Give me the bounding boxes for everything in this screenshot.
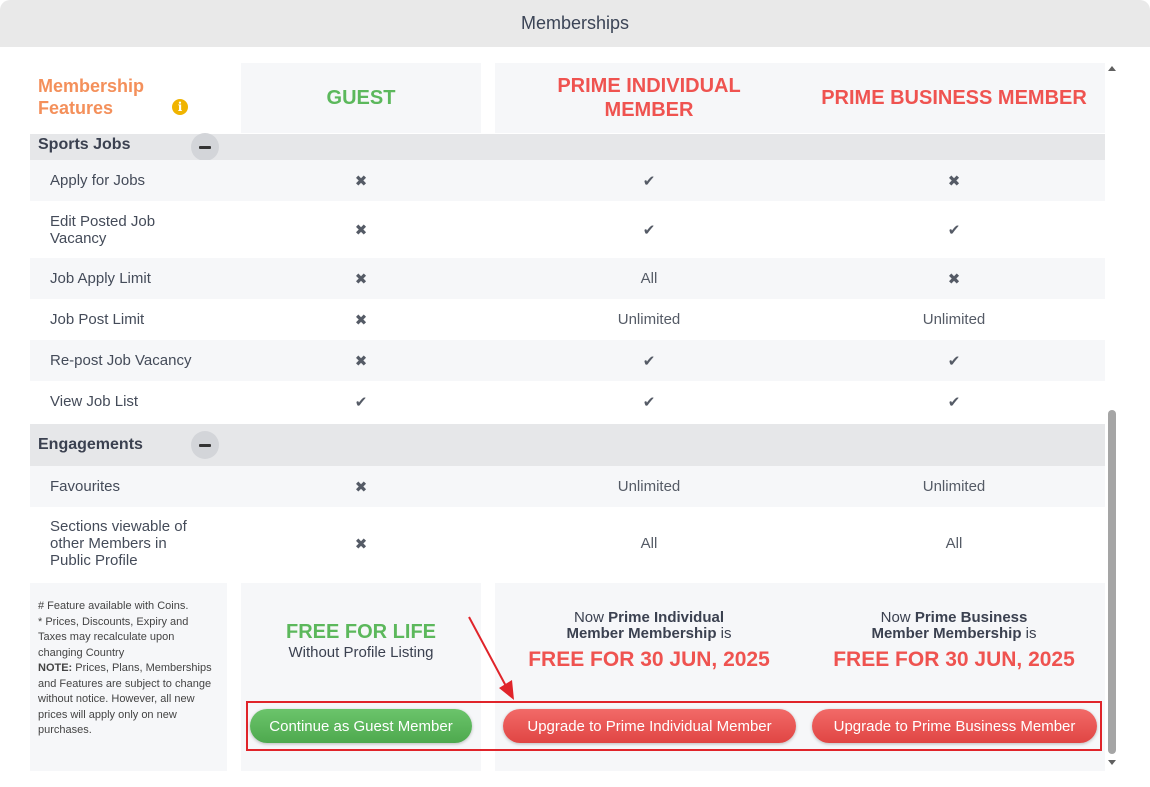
check-icon: ✔ [947, 393, 961, 411]
feature-label: Job Post Limit [50, 311, 145, 328]
upgrade-prime-individual-button[interactable]: Upgrade to Prime Individual Member [503, 709, 796, 743]
section-title: Sports Jobs [38, 136, 131, 153]
check-icon: ✔ [947, 221, 961, 239]
x-icon: ✖ [354, 352, 368, 370]
notes-disclaimer: NOTE: Prices, Plans, Memberships and Fea… [38, 662, 212, 736]
value-text: Unlimited [922, 478, 986, 495]
pricing-notes: # Feature available with Coins. * Prices… [30, 583, 227, 771]
x-icon: ✖ [354, 172, 368, 190]
window-title: Memberships [0, 0, 1150, 47]
x-icon: ✖ [947, 172, 961, 190]
value-text: Unlimited [617, 478, 681, 495]
free-for-life-text: FREE FOR LIFE [286, 621, 436, 643]
continue-as-guest-button[interactable]: Continue as Guest Member [250, 709, 472, 743]
notes-coins: # Feature available with Coins. [38, 600, 189, 612]
individual-free-until: FREE FOR 30 JUN, 2025 [528, 648, 770, 671]
value-text: All [640, 270, 658, 287]
collapse-minus-icon[interactable] [191, 431, 219, 459]
scrollbar-thumb[interactable] [1108, 410, 1116, 754]
business-free-until: FREE FOR 30 JUN, 2025 [833, 648, 1075, 671]
scroll-down-icon[interactable] [1106, 756, 1118, 768]
x-icon: ✖ [354, 535, 368, 553]
check-icon: ✔ [947, 352, 961, 370]
x-icon: ✖ [354, 221, 368, 239]
feature-label: Edit Posted Job Vacancy [50, 212, 156, 247]
value-text: All [945, 535, 963, 552]
info-icon[interactable]: i [172, 99, 188, 116]
column-header-prime-business: PRIME BUSINESS MEMBER [803, 63, 1105, 133]
collapse-minus-icon[interactable] [191, 133, 219, 161]
check-icon: ✔ [642, 352, 656, 370]
section-header-sports-jobs[interactable]: Sports Jobs [30, 133, 1105, 161]
feature-label: Re-post Job Vacancy [50, 352, 192, 369]
table-row: Edit Posted Job Vacancy ✖ ✔ ✔ [30, 201, 1105, 258]
membership-features-heading: Membership Features i [38, 75, 218, 119]
scroll-up-icon[interactable] [1106, 63, 1118, 75]
feature-label: Apply for Jobs [50, 172, 146, 189]
check-icon: ✔ [354, 393, 368, 411]
table-row: Favourites ✖ Unlimited Unlimited [30, 466, 1105, 507]
memberships-table: Membership Features i GUEST PRIME INDIVID… [30, 47, 1105, 787]
feature-label: Job Apply Limit [50, 270, 151, 287]
value-text: All [640, 535, 658, 552]
table-row: View Job List ✔ ✔ ✔ [30, 381, 1105, 422]
check-icon: ✔ [642, 393, 656, 411]
table-row: Job Post Limit ✖ Unlimited Unlimited [30, 299, 1105, 340]
without-profile-listing-text: Without Profile Listing [288, 644, 434, 661]
business-offer: Now Prime Business Member Membership is … [803, 610, 1105, 673]
check-icon: ✔ [642, 221, 656, 239]
value-text: Unlimited [617, 311, 681, 328]
feature-label: Sections viewable of other Members in Pu… [50, 518, 187, 569]
table-row: Job Apply Limit ✖ All ✖ [30, 258, 1105, 299]
table-row: Sections viewable of other Members in Pu… [30, 507, 1105, 580]
x-icon: ✖ [947, 270, 961, 288]
column-header-prime-individual: PRIME INDIVIDUAL MEMBER [495, 63, 803, 133]
guest-offer: FREE FOR LIFE Without Profile Listing [241, 621, 481, 661]
table-row: Re-post Job Vacancy ✖ ✔ ✔ [30, 340, 1105, 381]
x-icon: ✖ [354, 270, 368, 288]
value-text: Unlimited [922, 311, 986, 328]
check-icon: ✔ [642, 172, 656, 190]
table-row: Apply for Jobs ✖ ✔ ✖ [30, 160, 1105, 201]
x-icon: ✖ [354, 311, 368, 329]
upgrade-prime-business-button[interactable]: Upgrade to Prime Business Member [812, 709, 1097, 743]
feature-label: View Job List [50, 393, 139, 410]
individual-offer: Now Prime Individual Member Membership i… [495, 610, 803, 673]
notes-prices: * Prices, Discounts, Expiry and Taxes ma… [38, 615, 189, 659]
x-icon: ✖ [354, 478, 368, 496]
feature-label: Favourites [50, 478, 121, 495]
section-header-engagements[interactable]: Engagements [30, 424, 1105, 466]
section-title: Engagements [38, 436, 143, 453]
column-header-guest: GUEST [241, 63, 481, 133]
membership-features-label: Membership Features [38, 76, 145, 118]
